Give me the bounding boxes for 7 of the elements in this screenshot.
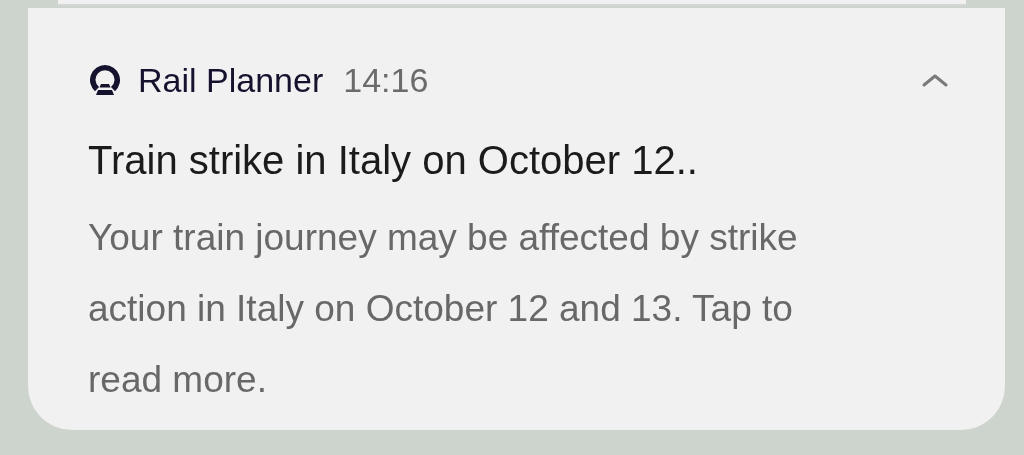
app-logo-icon <box>88 63 122 97</box>
chevron-icon <box>921 72 949 88</box>
app-name: Rail Planner <box>138 59 324 101</box>
notification-body: Your train journey may be affected by strike action in Italy on October 12 and 13. Tap to read more. <box>88 216 799 402</box>
notification-card[interactable]: Rail Planner 14:16 Train strike in Italy on October 12.. Your train journey may be affected by strike action in Italy on October 12 and 13. Tap to read more. <box>28 8 1005 430</box>
notification-title: Train strike in Italy on October 12.. <box>88 137 699 184</box>
notification-time: 14:16 <box>343 59 429 101</box>
